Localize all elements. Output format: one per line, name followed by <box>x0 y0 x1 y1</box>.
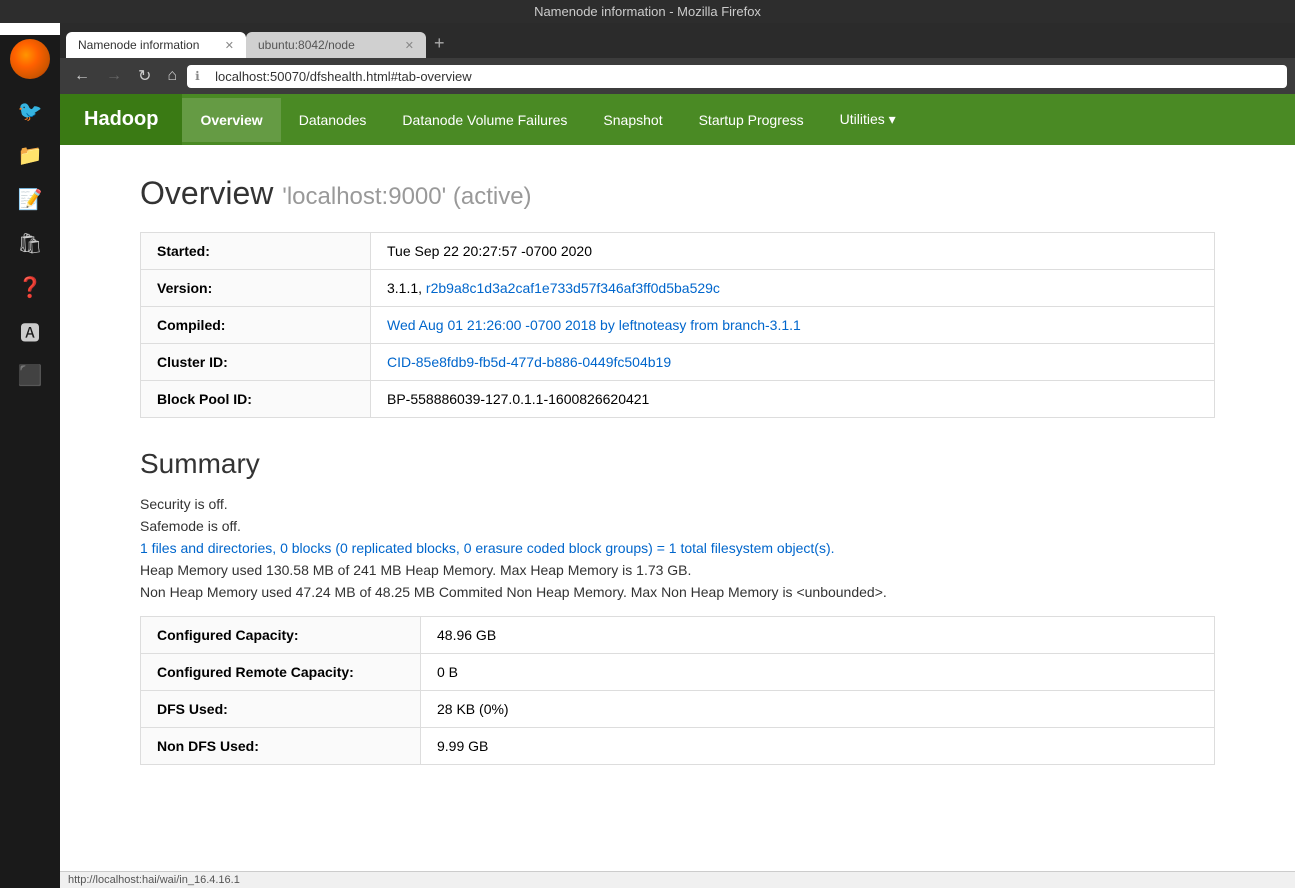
cell-clusterid-label: Cluster ID: <box>141 344 371 381</box>
filesystem-link[interactable]: 1 files and directories, 0 blocks (0 rep… <box>140 540 835 556</box>
nav-overview[interactable]: Overview <box>182 98 280 142</box>
tab-namenode-close[interactable]: ✕ <box>225 39 234 52</box>
compiled-link[interactable]: Wed Aug 01 21:26:00 -0700 2018 by leftno… <box>387 317 801 333</box>
heap-memory-status: Heap Memory used 130.58 MB of 241 MB Hea… <box>140 562 1215 578</box>
os-title-bar: Namenode information - Mozilla Firefox <box>0 0 1295 23</box>
tab-ubuntu-close[interactable]: ✕ <box>405 39 414 52</box>
table-row: Block Pool ID: BP-558886039-127.0.1.1-16… <box>141 381 1215 418</box>
dfs-used-value: 28 KB (0%) <box>421 691 1215 728</box>
status-bar: http://localhost:hai/wai/in_16.4.16.1 <box>60 871 1295 888</box>
cell-version-value: 3.1.1, r2b9a8c1d3a2caf1e733d57f346af3ff0… <box>371 270 1215 307</box>
address-input[interactable] <box>187 65 1287 88</box>
cell-compiled-value: Wed Aug 01 21:26:00 -0700 2018 by leftno… <box>371 307 1215 344</box>
overview-table: Started: Tue Sep 22 20:27:57 -0700 2020 … <box>140 232 1215 418</box>
os-title: Namenode information - Mozilla Firefox <box>534 4 761 19</box>
table-row: Started: Tue Sep 22 20:27:57 -0700 2020 <box>141 233 1215 270</box>
help-icon[interactable]: ❓ <box>10 267 50 307</box>
cluster-id-link[interactable]: CID-85e8fdb9-fb5d-477d-b886-0449fc504b19 <box>387 354 671 370</box>
cell-version-label: Version: <box>141 270 371 307</box>
reload-button[interactable]: ↻ <box>132 62 157 90</box>
firefox-logo-icon[interactable] <box>10 39 50 79</box>
home-button[interactable]: ⌂ <box>161 63 183 89</box>
configured-remote-capacity-value: 0 B <box>421 654 1215 691</box>
filesystem-status: 1 files and directories, 0 blocks (0 rep… <box>140 540 1215 556</box>
cell-started-value: Tue Sep 22 20:27:57 -0700 2020 <box>371 233 1215 270</box>
table-row: Cluster ID: CID-85e8fdb9-fb5d-477d-b886-… <box>141 344 1215 381</box>
table-row: DFS Used: 28 KB (0%) <box>141 691 1215 728</box>
status-bar-text: http://localhost:hai/wai/in_16.4.16.1 <box>68 874 240 886</box>
address-info-icon: ℹ <box>195 69 200 83</box>
security-status: Security is off. <box>140 496 1215 512</box>
table-row: Non DFS Used: 9.99 GB <box>141 728 1215 765</box>
firefox-sidebar: 🐦 📁 📝 🛍 ❓ 🅰 ⬛ <box>0 35 60 888</box>
tabs-bar: Namenode information ✕ ubuntu:8042/node … <box>60 23 1295 58</box>
safemode-status: Safemode is off. <box>140 518 1215 534</box>
configured-remote-capacity-label: Configured Remote Capacity: <box>141 654 421 691</box>
summary-title: Summary <box>140 448 1215 480</box>
non-dfs-used-label: Non DFS Used: <box>141 728 421 765</box>
cell-blockpoolid-value: BP-558886039-127.0.1.1-1600826620421 <box>371 381 1215 418</box>
address-bar-row: ← → ↻ ⌂ ℹ <box>60 58 1295 94</box>
browser-chrome: Namenode information ✕ ubuntu:8042/node … <box>60 23 1295 94</box>
dfs-used-label: DFS Used: <box>141 691 421 728</box>
files-icon[interactable]: 📁 <box>10 135 50 175</box>
main-content: Namenode information ✕ ubuntu:8042/node … <box>60 23 1295 888</box>
tab-ubuntu-label: ubuntu:8042/node <box>258 38 355 52</box>
nonheap-memory-status: Non Heap Memory used 47.24 MB of 48.25 M… <box>140 584 1215 600</box>
address-bar-wrap: ℹ <box>187 65 1287 88</box>
nav-snapshot[interactable]: Snapshot <box>585 98 680 142</box>
table-row: Configured Remote Capacity: 0 B <box>141 654 1215 691</box>
table-row: Configured Capacity: 48.96 GB <box>141 617 1215 654</box>
new-tab-button[interactable]: + <box>426 29 453 58</box>
terminal-icon[interactable]: ⬛ <box>10 355 50 395</box>
nav-datanodes[interactable]: Datanodes <box>281 98 385 142</box>
back-button[interactable]: ← <box>68 63 96 89</box>
page-content: Overview 'localhost:9000' (active) Start… <box>60 145 1295 888</box>
nav-datanode-volume-failures[interactable]: Datanode Volume Failures <box>384 98 585 142</box>
tab-namenode-label: Namenode information <box>78 38 199 52</box>
summary-table: Configured Capacity: 48.96 GB Configured… <box>140 616 1215 765</box>
nav-utilities[interactable]: Utilities ▾ <box>822 97 914 142</box>
tab-ubuntu[interactable]: ubuntu:8042/node ✕ <box>246 32 426 58</box>
cell-clusterid-value: CID-85e8fdb9-fb5d-477d-b886-0449fc504b19 <box>371 344 1215 381</box>
nav-startup-progress[interactable]: Startup Progress <box>681 98 822 142</box>
thunderbird-icon[interactable]: 🐦 <box>10 91 50 131</box>
hadoop-brand[interactable]: Hadoop <box>60 94 182 145</box>
page-title-sub: 'localhost:9000' (active) <box>282 183 531 210</box>
cell-started-label: Started: <box>141 233 371 270</box>
table-row: Compiled: Wed Aug 01 21:26:00 -0700 2018… <box>141 307 1215 344</box>
software-center-icon[interactable]: 🛍 <box>10 223 50 263</box>
hadoop-navbar: Hadoop Overview Datanodes Datanode Volum… <box>60 94 1295 145</box>
amazon-icon[interactable]: 🅰 <box>10 311 50 351</box>
forward-button[interactable]: → <box>100 63 128 89</box>
non-dfs-used-value: 9.99 GB <box>421 728 1215 765</box>
text-editor-icon[interactable]: 📝 <box>10 179 50 219</box>
page-title: Overview 'localhost:9000' (active) <box>140 175 1215 212</box>
tab-namenode[interactable]: Namenode information ✕ <box>66 32 246 58</box>
cell-blockpoolid-label: Block Pool ID: <box>141 381 371 418</box>
configured-capacity-value: 48.96 GB <box>421 617 1215 654</box>
configured-capacity-label: Configured Capacity: <box>141 617 421 654</box>
table-row: Version: 3.1.1, r2b9a8c1d3a2caf1e733d57f… <box>141 270 1215 307</box>
cell-compiled-label: Compiled: <box>141 307 371 344</box>
version-link[interactable]: r2b9a8c1d3a2caf1e733d57f346af3ff0d5ba529… <box>426 280 720 296</box>
nav-utilities-label: Utilities ▾ <box>840 111 896 128</box>
